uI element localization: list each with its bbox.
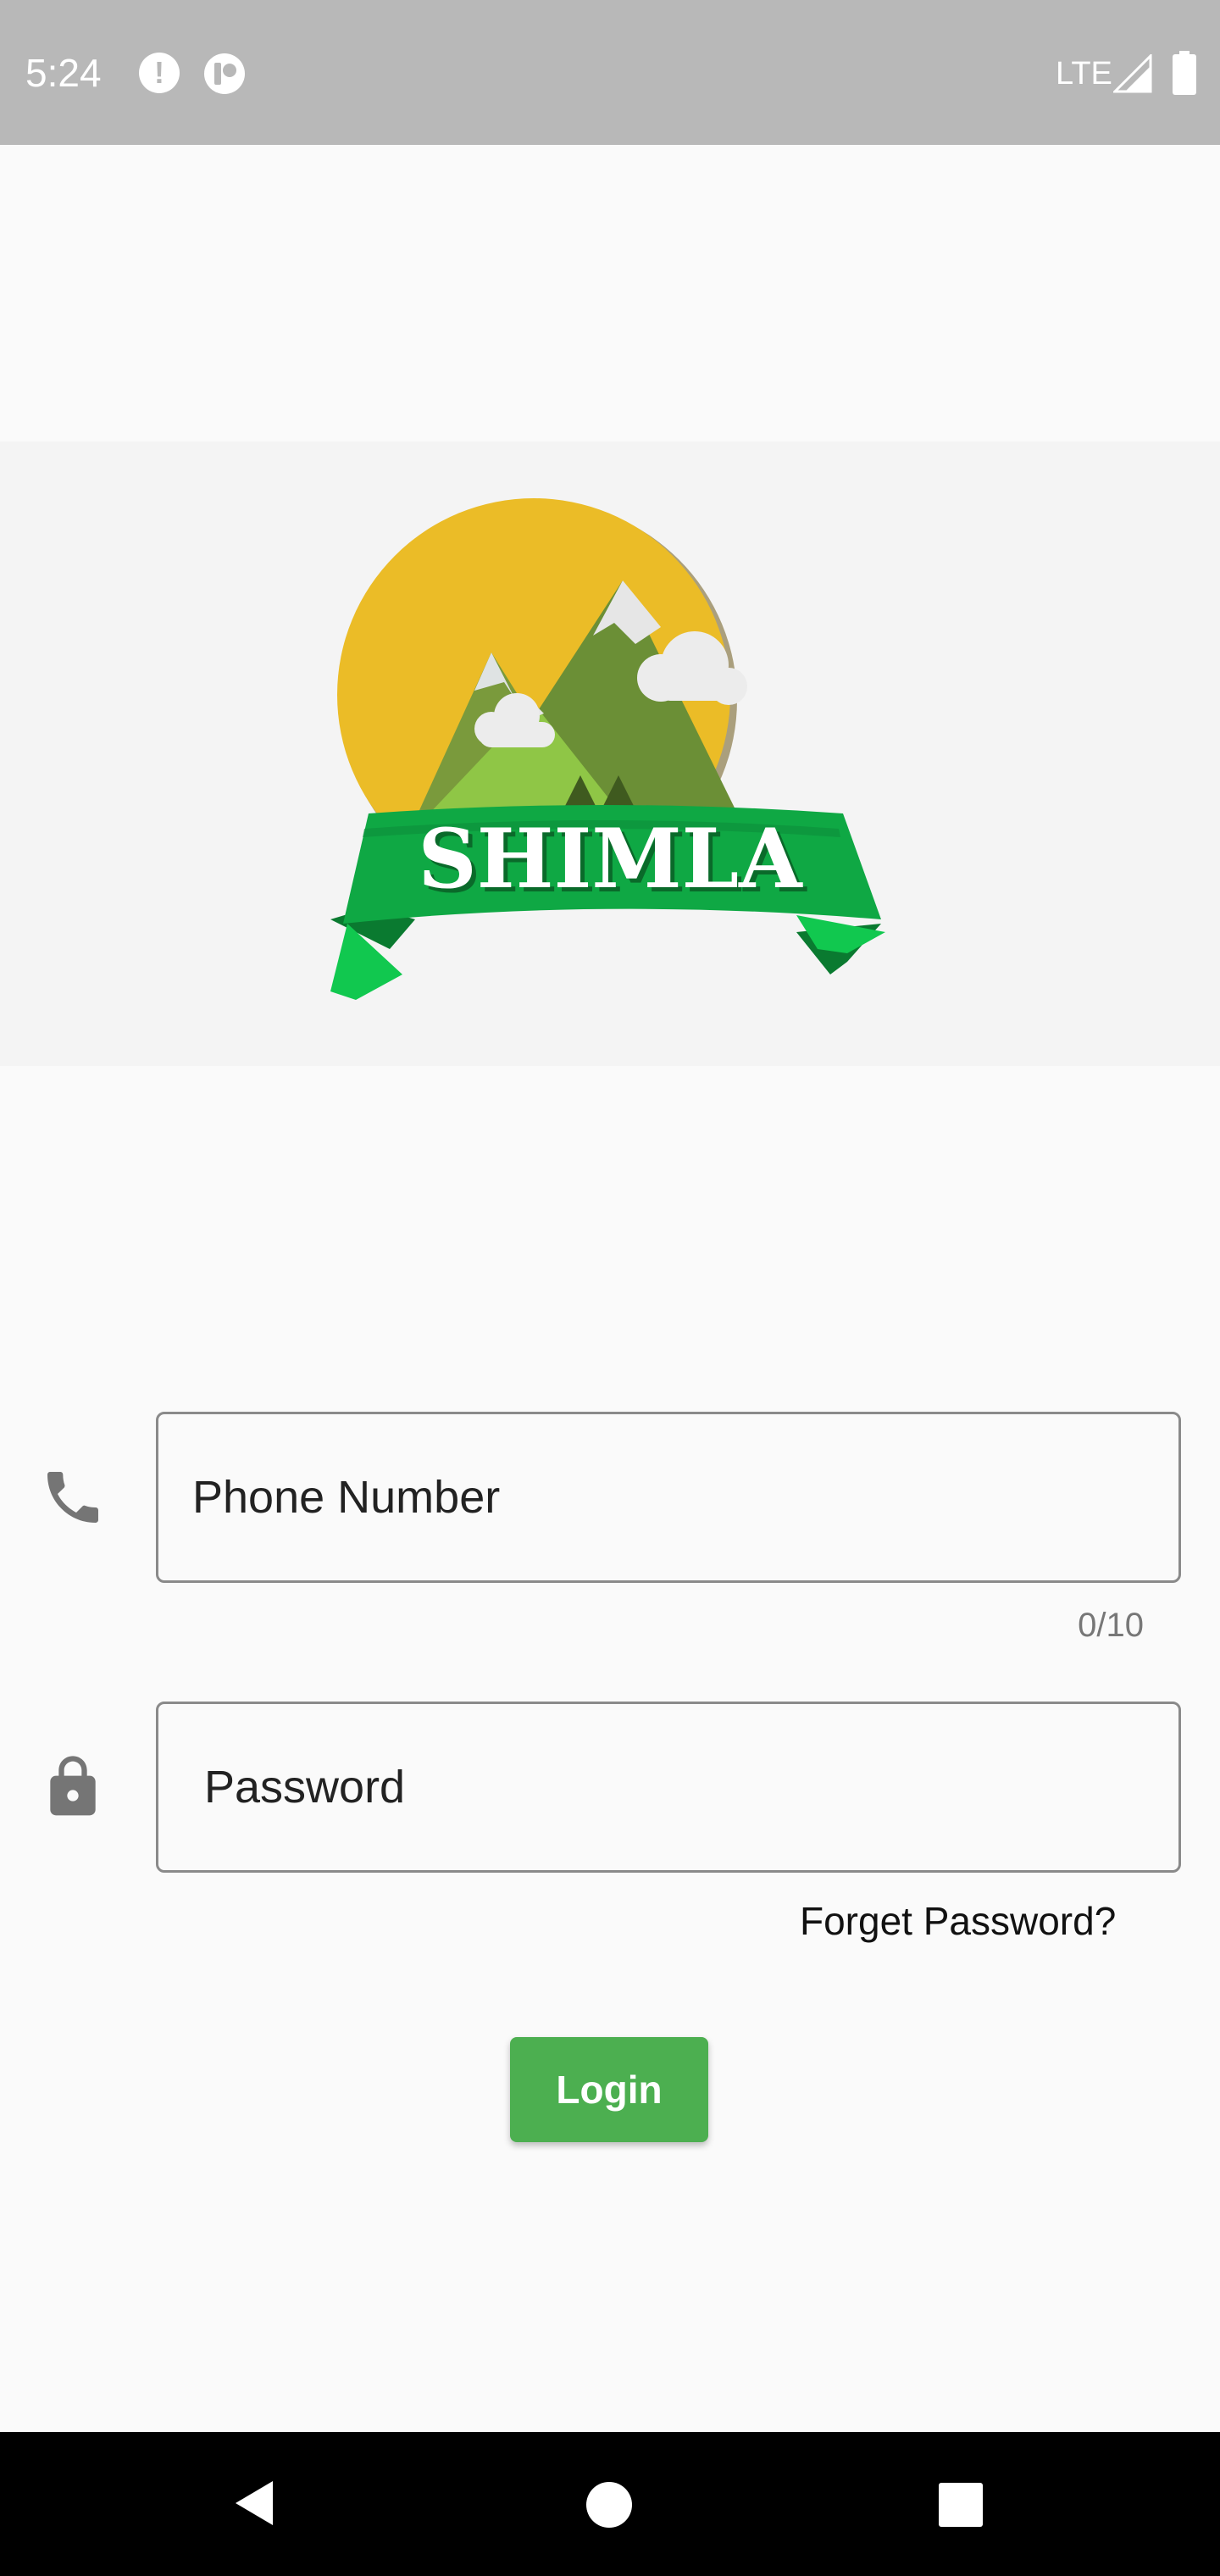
- status-bar: 5:24 LTE: [0, 0, 1220, 145]
- password-field[interactable]: [156, 1702, 1181, 1873]
- battery-icon: [1173, 51, 1196, 95]
- phone-character-counter: 0/10: [1078, 1607, 1144, 1644]
- lock-icon: [50, 1756, 96, 1816]
- phone-number-input[interactable]: [192, 1414, 1141, 1580]
- status-time: 5:24: [25, 51, 102, 95]
- app-notification-icon: [204, 53, 245, 94]
- phone-number-field[interactable]: [156, 1412, 1181, 1583]
- alert-icon: [139, 53, 180, 93]
- recents-icon[interactable]: [939, 2483, 983, 2527]
- logo-text: SHIMLA: [418, 811, 803, 907]
- home-icon[interactable]: [586, 2482, 632, 2528]
- phone-icon: [47, 1472, 98, 1523]
- shimla-logo: SHIMLA SHIMLA: [330, 498, 885, 1000]
- back-icon[interactable]: [230, 2478, 278, 2529]
- login-button[interactable]: Login: [510, 2037, 708, 2142]
- network-type-label: LTE: [1056, 56, 1112, 92]
- signal-icon: [1113, 54, 1152, 93]
- forget-password-link[interactable]: Forget Password?: [800, 1898, 1116, 1944]
- password-input[interactable]: [204, 1704, 1153, 1870]
